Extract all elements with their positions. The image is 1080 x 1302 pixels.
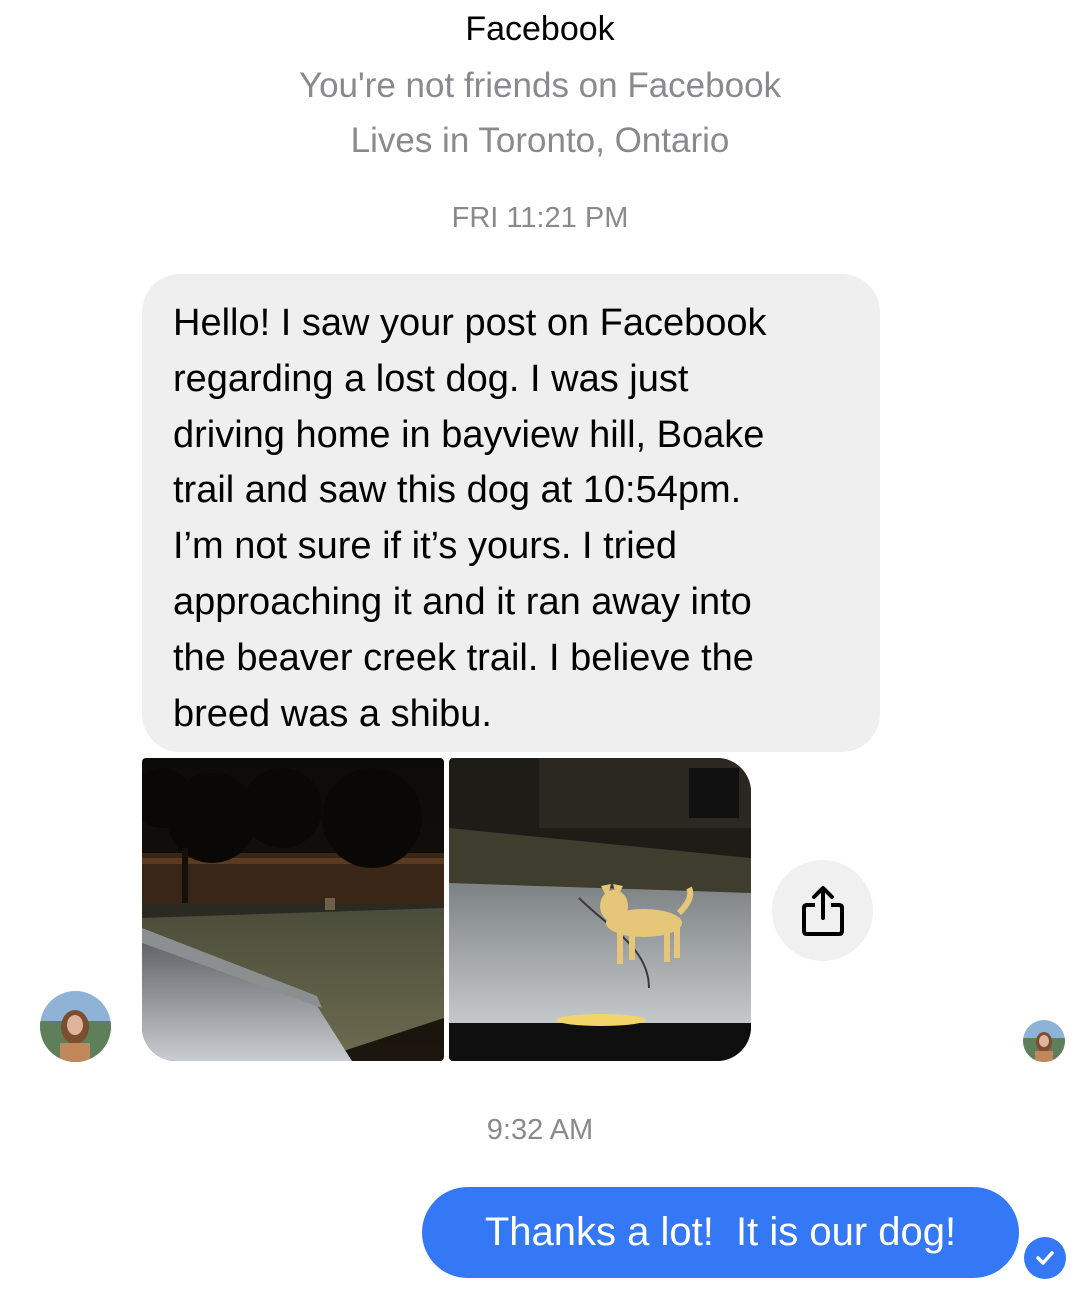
contact-avatar[interactable] xyxy=(40,991,111,1062)
message-timestamp: FRI 11:21 PM xyxy=(451,202,629,234)
contact-name[interactable]: Facebook xyxy=(0,10,1080,49)
seen-by-avatar xyxy=(1023,1020,1065,1062)
outgoing-message-bubble[interactable]: Thanks a lot! It is our dog! xyxy=(422,1187,1019,1278)
contact-location: Lives in Toronto, Ontario xyxy=(350,121,730,160)
incoming-message-bubble[interactable]: Hello! I saw your post on Facebook regar… xyxy=(142,274,880,752)
message-timestamp: 9:32 AM xyxy=(486,1114,594,1146)
attachment-photo-night-street[interactable] xyxy=(142,758,444,1061)
dog-on-road-photo-icon xyxy=(449,758,751,1061)
attachment-photo-dog-on-road[interactable] xyxy=(449,758,751,1061)
share-button[interactable] xyxy=(772,860,873,961)
avatar-photo-icon xyxy=(40,991,111,1062)
delivered-check-icon xyxy=(1024,1237,1066,1279)
friend-status: You're not friends on Facebook xyxy=(298,66,782,105)
share-icon xyxy=(801,885,844,936)
checkmark-icon xyxy=(1036,1251,1054,1265)
night-street-photo-icon xyxy=(142,758,444,1061)
avatar-photo-icon xyxy=(1023,1020,1065,1062)
